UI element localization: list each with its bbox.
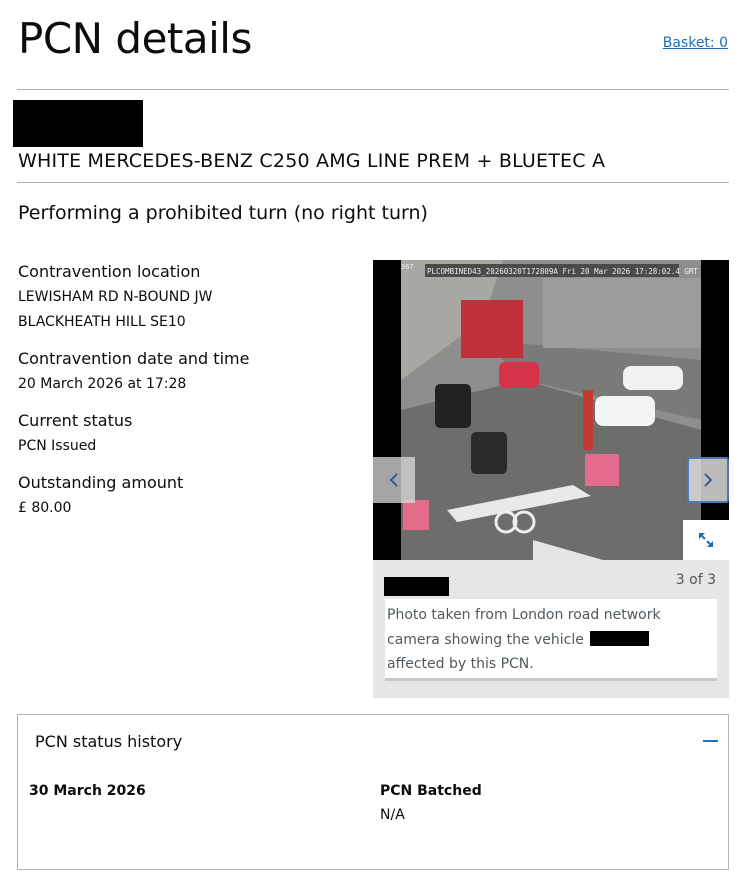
detail-label: Current status <box>18 411 133 430</box>
collapse-icon[interactable] <box>703 740 718 742</box>
history-entry-date: 30 March 2026 <box>29 783 146 799</box>
contravention-title: Performing a prohibited turn (no right t… <box>18 202 428 224</box>
detail-amount: Outstanding amount £ 80.00 <box>18 473 348 521</box>
redacted-registration <box>13 100 143 147</box>
camera-photo-image: PLCOMBINED43_20260320T172809A Fri 20 Mar… <box>373 260 729 560</box>
location-line-2: BLACKHEATH HILL SE10 <box>18 314 186 330</box>
next-photo-button[interactable] <box>687 457 729 503</box>
vehicle-divider <box>17 182 729 183</box>
caption-line-1: Photo taken from London road network <box>387 607 661 623</box>
photo-overlay-text: PLCOMBINED43_20260320T172809A Fri 20 Mar… <box>427 267 698 276</box>
photo-counter: 3 of 3 <box>675 572 716 588</box>
caption-line-3: affected by this PCN. <box>387 656 534 672</box>
detail-status: Current status PCN Issued <box>18 411 348 459</box>
pcn-details-list: Contravention location LEWISHAM RD N-BOU… <box>18 262 348 535</box>
detail-value: 20 March 2026 at 17:28 <box>18 376 187 392</box>
camera-photo[interactable]: PLCOMBINED43_20260320T172809A Fri 20 Mar… <box>373 260 729 560</box>
redacted-vrm <box>590 630 650 646</box>
redacted-photo-title <box>384 577 449 596</box>
fullscreen-button[interactable] <box>683 520 729 560</box>
previous-photo-button[interactable] <box>373 457 415 503</box>
basket-link[interactable]: Basket: 0 <box>663 35 728 51</box>
detail-label: Contravention location <box>18 262 201 281</box>
detail-label: Contravention date and time <box>18 349 250 368</box>
page-title: PCN details <box>18 14 252 63</box>
detail-value: £ 80.00 <box>18 500 72 516</box>
camera-id-text: 367 <box>401 263 414 271</box>
location-line-1: LEWISHAM RD N-BOUND JW <box>18 289 213 305</box>
detail-label: Outstanding amount <box>18 473 184 492</box>
detail-value: PCN Issued <box>18 438 97 454</box>
photo-caption: Photo taken from London road network cam… <box>385 599 717 681</box>
detail-value: LEWISHAM RD N-BOUND JW BLACKHEATH HILL S… <box>18 285 348 335</box>
status-history-panel: PCN status history 30 March 2026 PCN Bat… <box>17 714 729 870</box>
chevron-left-icon <box>389 473 398 487</box>
header-divider <box>17 89 729 90</box>
detail-location: Contravention location LEWISHAM RD N-BOU… <box>18 262 348 335</box>
evidence-gallery: PLCOMBINED43_20260320T172809A Fri 20 Mar… <box>373 260 729 698</box>
caption-line-2-text: camera showing the vehicle <box>387 631 584 648</box>
vehicle-description: WHITE MERCEDES-BENZ C250 AMG LINE PREM +… <box>18 150 606 172</box>
chevron-right-icon <box>704 473 713 487</box>
history-entry-note: N/A <box>380 807 405 823</box>
expand-icon <box>699 533 713 547</box>
status-history-title[interactable]: PCN status history <box>35 732 182 751</box>
detail-datetime: Contravention date and time 20 March 202… <box>18 349 348 397</box>
caption-line-2: camera showing the vehicle <box>387 628 715 653</box>
history-entry-status: PCN Batched <box>380 783 482 799</box>
